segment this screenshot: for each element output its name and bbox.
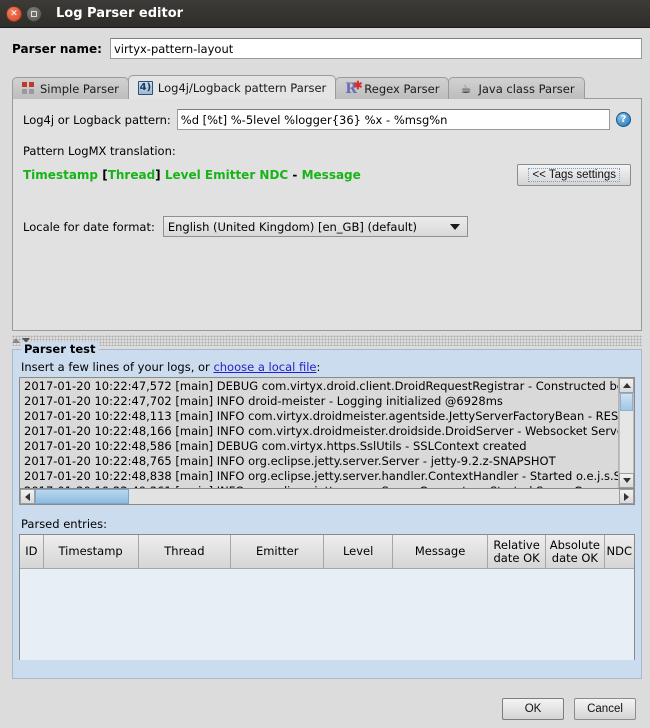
log-line: 2017-01-20 10:22:48,838 [main] INFO org.… <box>24 469 618 483</box>
tab-regex-parser[interactable]: R ✱ Regex Parser <box>335 77 450 99</box>
tags-settings-button[interactable]: << Tags settings <box>517 164 631 186</box>
log-line: 2017-01-20 10:22:48,586 [main] DEBUG com… <box>24 439 527 453</box>
scroll-left-button[interactable] <box>20 489 35 504</box>
translation-bracket-close: ] <box>155 168 161 182</box>
translation-emitter: Emitter <box>204 168 256 182</box>
translation-thread: Thread <box>107 168 156 182</box>
parsed-entries-body <box>20 569 634 660</box>
triangle-up-icon <box>622 383 631 388</box>
tab-simple-parser[interactable]: Simple Parser <box>12 77 129 99</box>
parser-name-row: Parser name: virtyx-pattern-layout <box>0 28 650 59</box>
column-header-id[interactable]: ID <box>20 535 44 569</box>
scroll-up-button[interactable] <box>619 378 634 393</box>
maximize-icon[interactable] <box>26 5 42 22</box>
translation-message: Message <box>301 168 361 182</box>
locale-label: Locale for date format: <box>23 219 155 234</box>
log-horizontal-scroll-thumb[interactable] <box>35 489 129 504</box>
translation-level: Level <box>164 168 201 182</box>
parser-test-hint: Insert a few lines of your logs, or choo… <box>21 360 635 374</box>
log-line: 2017-01-20 10:22:49,361 [main] INFO org.… <box>24 484 618 488</box>
java-coffee-cup-icon: ☕ <box>460 81 472 96</box>
pattern-translation: Timestamp [Thread] Level Emitter NDC - M… <box>23 168 361 182</box>
pattern-input[interactable]: %d [%t] %-5level %logger{36} %x - %msg%n <box>176 109 610 130</box>
parser-name-input[interactable]: virtyx-pattern-layout <box>109 38 642 59</box>
parsed-entries-table: ID Timestamp Thread Emitter Level Messag… <box>19 534 635 660</box>
tab-java-class-parser-label: Java class Parser <box>478 81 575 96</box>
grid-squares-icon <box>22 82 35 95</box>
translation-ndc: NDC <box>259 168 289 182</box>
translation-dash: - <box>292 168 298 182</box>
log-line: 2017-01-20 10:22:48,765 [main] INFO org.… <box>24 454 556 468</box>
collapse-up-icon[interactable] <box>12 338 20 343</box>
column-header-timestamp[interactable]: Timestamp <box>43 535 139 569</box>
ok-button[interactable]: OK <box>502 698 564 720</box>
tab-log4j-logback-parser[interactable]: 4) Log4j/Logback pattern Parser <box>127 75 337 99</box>
tab-java-class-parser[interactable]: ☕ Java class Parser <box>448 77 585 99</box>
log-horizontal-scrollbar[interactable] <box>19 489 635 505</box>
log-horizontal-scroll-track[interactable] <box>35 489 619 504</box>
column-header-emitter[interactable]: Emitter <box>231 535 325 569</box>
column-header-thread[interactable]: Thread <box>138 535 232 569</box>
parser-test-title: Parser test <box>21 342 99 356</box>
cancel-button[interactable]: Cancel <box>574 698 636 720</box>
log-line: 2017-01-20 10:22:47,572 [main] DEBUG com… <box>24 379 618 393</box>
triangle-right-icon <box>624 492 629 501</box>
log-sample-text[interactable]: 2017-01-20 10:22:47,572 [main] DEBUG com… <box>20 378 618 488</box>
translation-row: Timestamp [Thread] Level Emitter NDC - M… <box>23 164 631 186</box>
log-line: 2017-01-20 10:22:47,702 [main] INFO droi… <box>24 394 503 408</box>
split-pane-divider[interactable] <box>12 335 642 346</box>
pattern-label: Log4j or Logback pattern: <box>23 112 171 127</box>
locale-select[interactable]: English (United Kingdom) [en_GB] (defaul… <box>162 216 468 237</box>
tags-settings-button-label: << Tags settings <box>528 168 620 182</box>
parser-type-tabs: Simple Parser 4) Log4j/Logback pattern P… <box>12 75 650 99</box>
log-line: 2017-01-20 10:22:48,166 [main] INFO com.… <box>24 424 618 438</box>
locale-select-value: English (United Kingdom) [en_GB] (defaul… <box>167 219 417 234</box>
log-sample-textarea[interactable]: 2017-01-20 10:22:47,572 [main] DEBUG com… <box>19 377 635 489</box>
parsed-entries-label: Parsed entries: <box>21 517 107 531</box>
column-header-relative-date[interactable]: Relative date OK <box>487 535 547 569</box>
pattern-row: Log4j or Logback pattern: %d [%t] %-5lev… <box>23 109 631 130</box>
parser-test-hint-prefix: Insert a few lines of your logs, or <box>21 360 214 374</box>
log4j-parser-panel: Log4j or Logback pattern: %d [%t] %-5lev… <box>12 98 642 331</box>
scroll-right-button[interactable] <box>619 489 634 504</box>
log-vertical-scroll-thumb[interactable] <box>620 393 633 411</box>
parser-test-hint-suffix: : <box>316 360 321 374</box>
close-icon[interactable]: ✕ <box>6 5 22 22</box>
log-line: 2017-01-20 10:22:48,113 [main] INFO com.… <box>24 409 618 423</box>
log4j-icon: 4) <box>137 80 153 95</box>
column-header-ndc[interactable]: NDC <box>604 535 634 569</box>
tab-regex-parser-label: Regex Parser <box>364 81 440 96</box>
column-header-absolute-date[interactable]: Absolute date OK <box>546 535 605 569</box>
triangle-left-icon <box>25 492 30 501</box>
column-header-level[interactable]: Level <box>324 535 394 569</box>
chevron-down-icon <box>449 223 460 230</box>
help-question-icon[interactable]: ? <box>616 112 631 127</box>
regex-r-star-icon: R ✱ <box>345 78 363 97</box>
log-vertical-scrollbar[interactable] <box>618 378 634 488</box>
triangle-down-icon <box>622 478 631 483</box>
parser-name-label: Parser name: <box>12 41 102 56</box>
dialog-body: Parser name: virtyx-pattern-layout Simpl… <box>0 28 650 728</box>
window-title: Log Parser editor <box>56 6 184 21</box>
parsed-entries-header-row: ID Timestamp Thread Emitter Level Messag… <box>20 535 634 569</box>
choose-local-file-link[interactable]: choose a local file <box>213 360 316 374</box>
parser-test-group: Parser test Insert a few lines of your l… <box>12 342 642 679</box>
dialog-footer: OK Cancel <box>0 690 650 728</box>
translation-label: Pattern LogMX translation: <box>23 144 176 158</box>
tab-log4j-logback-parser-label: Log4j/Logback pattern Parser <box>157 80 327 95</box>
window-titlebar: ✕ Log Parser editor <box>0 0 650 28</box>
tab-simple-parser-label: Simple Parser <box>40 81 119 96</box>
scroll-down-button[interactable] <box>619 473 634 488</box>
translation-timestamp: Timestamp <box>23 168 99 182</box>
locale-row: Locale for date format: English (United … <box>23 216 631 237</box>
column-header-message[interactable]: Message <box>393 535 488 569</box>
log-vertical-scroll-track[interactable] <box>619 393 634 473</box>
